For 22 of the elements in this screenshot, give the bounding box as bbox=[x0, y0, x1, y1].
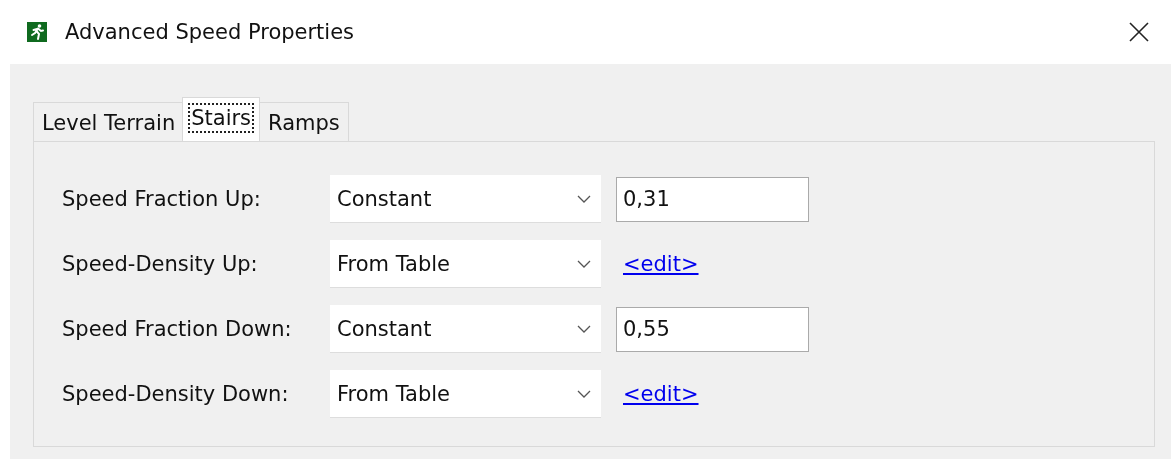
dropdown[interactable]: From Table bbox=[330, 240, 601, 288]
field-label: Speed Fraction Up: bbox=[62, 187, 262, 211]
chevron-down-icon bbox=[577, 259, 591, 268]
dropdown[interactable]: Constant bbox=[330, 305, 601, 353]
running-figure-icon bbox=[27, 22, 47, 42]
dropdown[interactable]: From Table bbox=[330, 370, 601, 418]
chevron-down-icon bbox=[577, 324, 591, 333]
chevron-down-icon bbox=[577, 194, 591, 203]
edit-link[interactable]: <edit> bbox=[623, 382, 699, 406]
chevron-down-icon bbox=[577, 389, 591, 398]
field-label: Speed-Density Up: bbox=[62, 252, 259, 276]
tab[interactable]: Ramps bbox=[259, 102, 349, 141]
field-label: Speed Fraction Down: bbox=[62, 317, 293, 341]
edit-link[interactable]: <edit> bbox=[623, 252, 699, 276]
dropdown[interactable]: Constant bbox=[330, 175, 601, 223]
field-label: Speed-Density Down: bbox=[62, 382, 290, 406]
input-field[interactable]: 0,31 bbox=[616, 176, 809, 222]
window-title: Advanced Speed Properties bbox=[65, 20, 356, 44]
tab[interactable]: Level Terrain bbox=[33, 102, 185, 141]
tab[interactable]: Stairs bbox=[182, 97, 261, 141]
close-icon[interactable] bbox=[1129, 22, 1149, 42]
input-field[interactable]: 0,55 bbox=[616, 306, 809, 352]
